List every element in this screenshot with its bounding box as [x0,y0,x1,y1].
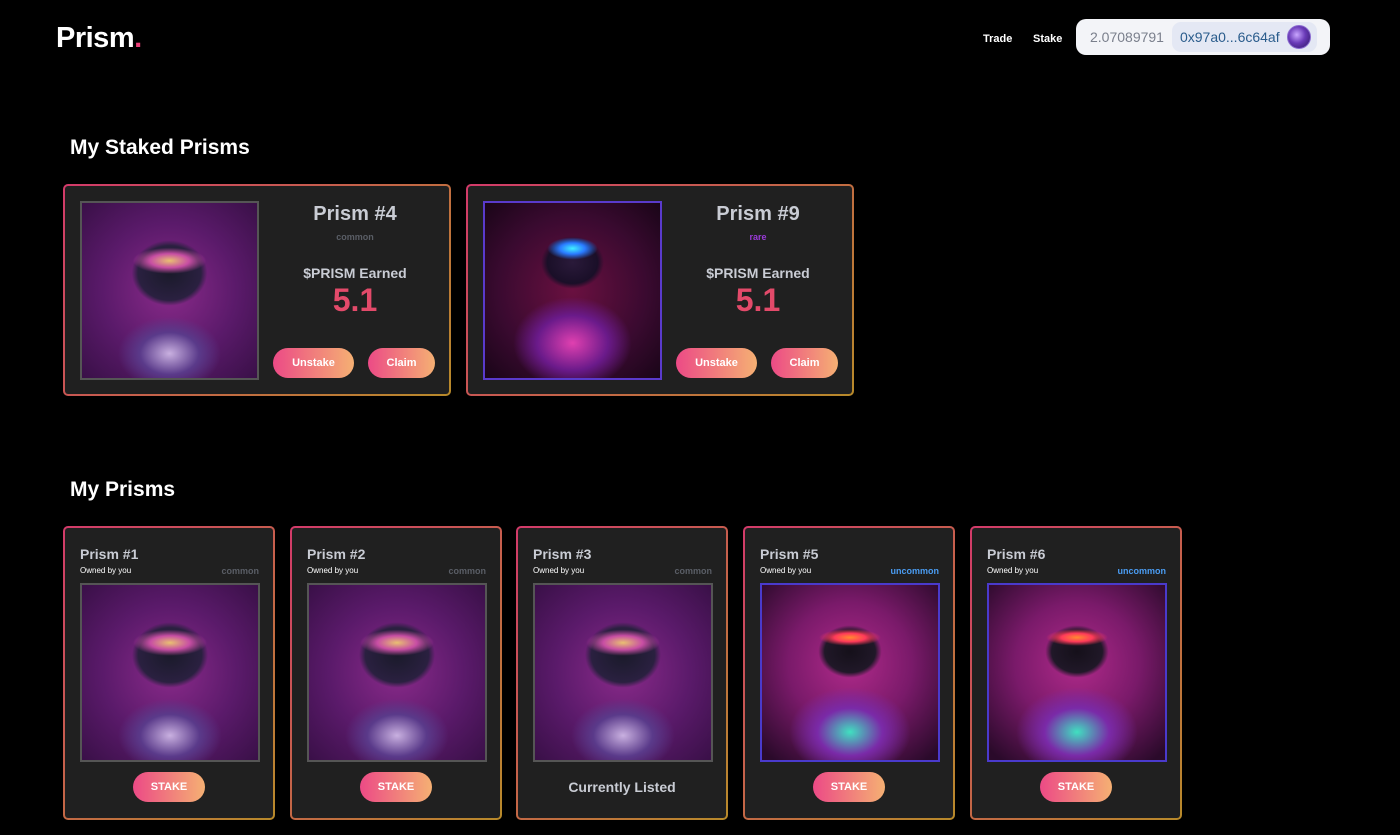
nft-image [80,583,260,762]
stake-button[interactable]: STAKE [1040,772,1112,802]
rarity-label: common [336,232,374,242]
wallet-address-pill[interactable]: 0x97a0...6c64af [1171,22,1317,52]
owner-label: Owned by you [307,566,359,575]
rarity-label: rare [749,232,767,242]
logo-text: Prism [56,22,135,54]
staked-card: Prism #9 rare $PRISM Earned 5.1 Unstake … [466,184,854,396]
nft-image [760,583,940,762]
nft-image [307,583,487,762]
earned-label: $PRISM Earned [303,265,407,281]
stake-button[interactable]: STAKE [813,772,885,802]
stake-button[interactable]: STAKE [133,772,205,802]
listed-status: Currently Listed [568,779,676,795]
nft-name: Prism #3 [533,546,592,562]
claim-button[interactable]: Claim [368,348,435,378]
owned-card: Prism #1 Owned by you common STAKE [63,526,275,820]
nft-name: Prism #1 [80,546,139,562]
earned-value: 5.1 [332,282,378,318]
unstake-button[interactable]: Unstake [676,348,757,378]
nft-image [533,583,713,762]
owned-card: Prism #5 Owned by you uncommon STAKE [743,526,955,820]
owner-label: Owned by you [80,566,132,575]
nft-image [80,201,259,380]
nav-trade-link[interactable]: Trade [983,33,1012,45]
nft-name: Prism #6 [987,546,1046,562]
wallet-widget[interactable]: 2.07089791 0x97a0...6c64af [1076,19,1330,55]
rarity-label: common [674,566,712,576]
owned-card: Prism #3 Owned by you common Currently L… [516,526,728,820]
owner-label: Owned by you [533,566,585,575]
staked-card: Prism #4 common $PRISM Earned 5.1 Unstak… [63,184,451,396]
claim-button[interactable]: Claim [771,348,838,378]
wallet-balance: 2.07089791 [1090,29,1164,45]
nft-name: Prism #5 [760,546,819,562]
nft-image [483,201,662,380]
wallet-address: 0x97a0...6c64af [1179,29,1280,45]
prism-logo[interactable]: Prism. [56,22,142,55]
nft-name: Prism #9 [716,203,800,225]
stake-button[interactable]: STAKE [360,772,432,802]
earned-label: $PRISM Earned [706,265,810,281]
nft-name: Prism #2 [307,546,366,562]
rarity-label: uncommon [890,566,940,576]
staked-section-title: My Staked Prisms [70,136,250,159]
nft-name: Prism #4 [313,203,397,225]
owned-card: Prism #2 Owned by you common STAKE [290,526,502,820]
wallet-avatar-icon [1286,25,1311,49]
nft-image [987,583,1167,762]
logo-dot: . [134,22,142,54]
rarity-label: uncommon [1117,566,1167,576]
rarity-label: common [221,566,259,576]
unstake-button[interactable]: Unstake [273,348,354,378]
owner-label: Owned by you [987,566,1039,575]
owned-card: Prism #6 Owned by you uncommon STAKE [970,526,1182,820]
owned-section-title: My Prisms [70,478,176,501]
owner-label: Owned by you [760,566,812,575]
earned-value: 5.1 [735,282,781,318]
nav-stake-link[interactable]: Stake [1033,33,1062,45]
rarity-label: common [448,566,486,576]
